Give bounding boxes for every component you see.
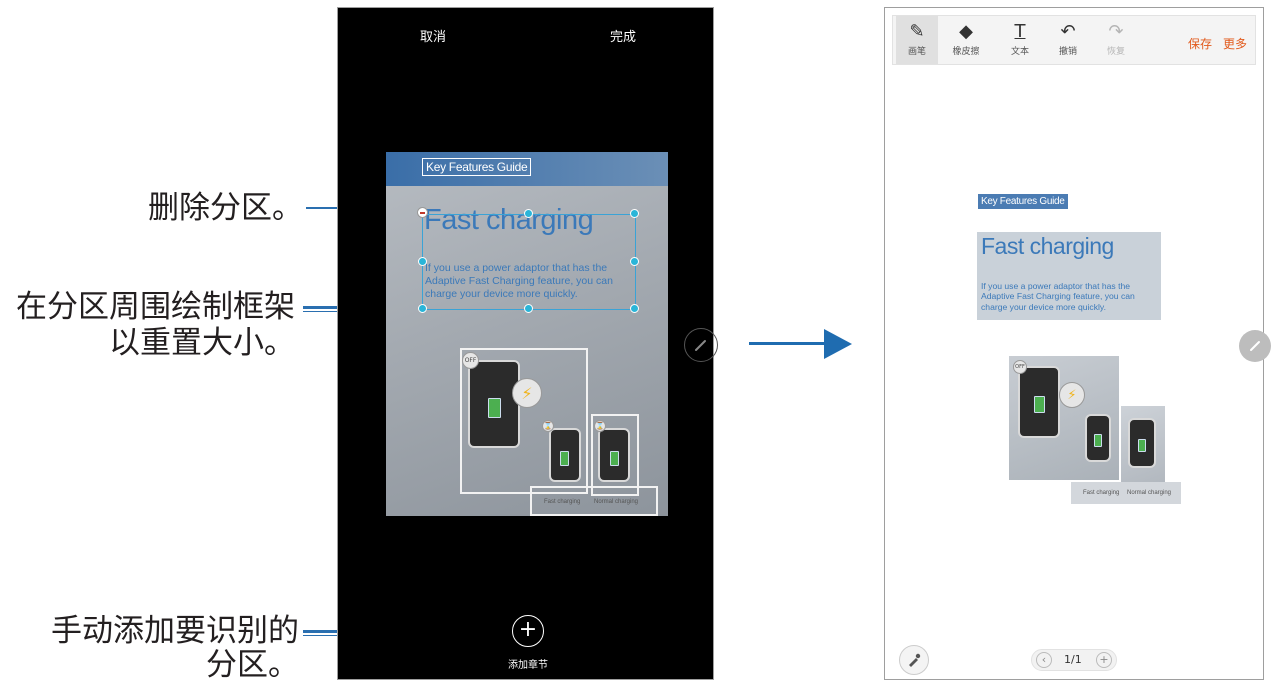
callout-resize-line2: 以重置大小。 [109, 325, 295, 361]
tool-pen[interactable]: ✎ 画笔 [896, 16, 938, 64]
resize-handle[interactable] [524, 304, 533, 313]
prev-page-button[interactable]: ‹ [1036, 652, 1052, 668]
scanned-page-photo: Key Features Guide Fast charging If you … [386, 152, 668, 516]
phone-illustration [1128, 418, 1156, 468]
add-page-button[interactable]: + [1096, 652, 1112, 668]
phone-illustration [598, 428, 630, 482]
note-editor-screen: ✎ 画笔 ◆ 橡皮擦 T 文本 ↶ 撤销 ↷ 恢复 保存 更多 Key Feat… [884, 7, 1271, 680]
tool-eraser[interactable]: ◆ 橡皮擦 [945, 20, 987, 57]
resize-handle[interactable] [418, 257, 427, 266]
battery-icon [1094, 434, 1102, 447]
tool-redo[interactable]: ↷ 恢复 [1095, 20, 1137, 57]
save-button[interactable]: 保存 [1188, 35, 1212, 52]
add-section-label: 添加章节 [508, 660, 548, 671]
delete-section-button[interactable] [417, 207, 428, 218]
caption-fast-charging: Fast charging [1083, 490, 1120, 496]
page-indicator: 1/1 [1064, 653, 1082, 666]
eraser-icon: ◆ [959, 21, 973, 42]
resize-handle[interactable] [630, 209, 639, 218]
editor-toolbar: ✎ 画笔 ◆ 橡皮擦 T 文本 ↶ 撤销 ↷ 恢复 保存 更多 [892, 15, 1256, 65]
pen-fab[interactable] [684, 328, 718, 362]
redo-icon: ↷ [1108, 21, 1124, 42]
hourglass-icon: ⌛ [594, 420, 606, 432]
note-image-3[interactable]: Fast charging Normal charging [1071, 482, 1181, 504]
battery-icon [610, 451, 619, 466]
hourglass-icon: ⌛ [542, 420, 554, 432]
pen-settings-icon [909, 653, 921, 667]
callout-delete-section: 删除分区。 [148, 190, 303, 226]
pen-icon: ✎ [909, 21, 925, 42]
note-body: If you use a power adaptor that has the … [981, 281, 1135, 312]
scan-edit-screen: 取消 完成 Key Features Guide Fast charging I… [337, 7, 718, 680]
note-image-2[interactable] [1121, 406, 1165, 482]
text-icon: T [1014, 21, 1026, 42]
caption-normal-charging: Normal charging [594, 499, 639, 505]
resize-handle[interactable] [524, 209, 533, 218]
pen-icon [1250, 341, 1260, 351]
battery-icon [488, 398, 501, 418]
off-badge: OFF [462, 352, 479, 369]
note-header-label[interactable]: Key Features Guide [978, 194, 1068, 209]
lightning-icon: ⚡ [512, 378, 542, 408]
section-header-key-features[interactable]: Key Features Guide [422, 158, 532, 176]
done-button[interactable]: 完成 [610, 26, 636, 45]
caption-fast-charging: Fast charging [544, 499, 581, 505]
phone-illustration [1018, 366, 1060, 438]
tool-undo[interactable]: ↶ 撤销 [1047, 20, 1089, 57]
chevron-left-icon: ‹ [1041, 653, 1047, 666]
callout-add-line2: 分区。 [206, 647, 299, 683]
section-selection-frame[interactable] [422, 214, 636, 310]
note-title: Fast charging [981, 233, 1114, 259]
plus-icon: + [1099, 653, 1109, 666]
phone-illustration [549, 428, 581, 482]
more-button[interactable]: 更多 [1223, 35, 1247, 52]
resize-handle[interactable] [630, 304, 639, 313]
minus-icon [420, 212, 425, 214]
resize-handle[interactable] [418, 304, 427, 313]
battery-icon [1034, 396, 1045, 413]
add-section-button[interactable]: + [512, 615, 544, 647]
off-badge: OFF [1013, 360, 1027, 374]
callout-resize-line1: 在分区周围绘制框架 [16, 289, 295, 325]
resize-handle[interactable] [630, 257, 639, 266]
page-navigator: ‹ 1/1 + [1031, 649, 1117, 671]
caption-normal-charging: Normal charging [1127, 490, 1172, 496]
note-text-block[interactable]: Fast charging If you use a power adaptor… [977, 232, 1161, 320]
pen-icon [695, 340, 706, 351]
pen-settings-button[interactable] [899, 645, 929, 675]
battery-icon [1138, 439, 1146, 452]
pen-fab[interactable] [1239, 330, 1271, 362]
note-image-1[interactable]: OFF ⚡ [1009, 356, 1119, 480]
lightning-icon: ⚡ [1059, 382, 1085, 408]
cancel-button[interactable]: 取消 [420, 26, 446, 45]
tool-text[interactable]: T 文本 [999, 20, 1041, 57]
flow-arrow-line [749, 342, 829, 345]
phone-illustration [1085, 414, 1111, 462]
phone-illustration [468, 360, 520, 448]
flow-arrow-head [824, 329, 852, 359]
battery-icon [560, 451, 569, 466]
undo-icon: ↶ [1060, 21, 1076, 42]
